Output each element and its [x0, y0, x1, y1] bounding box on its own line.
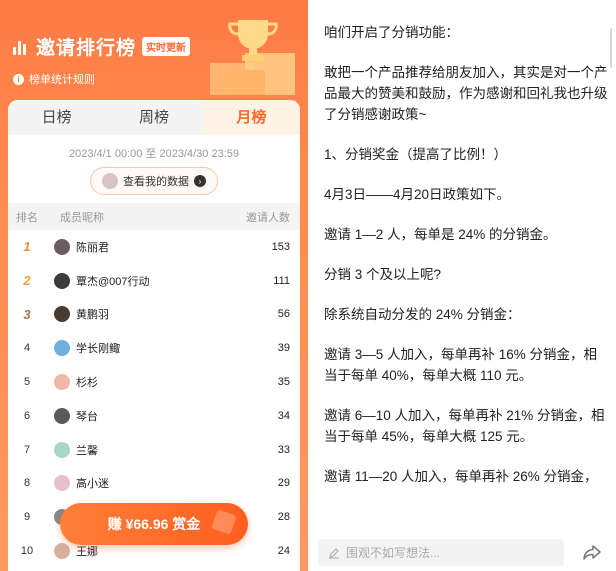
invite-count: 33: [277, 443, 290, 456]
invite-count: 39: [277, 342, 290, 355]
article-paragraph: 分销 3 个及以上呢?: [324, 267, 442, 282]
rank-number: 2: [23, 273, 31, 289]
invite-count: 34: [277, 409, 290, 422]
article-paragraph: 4月3日——4月20日政策如下。: [324, 187, 511, 202]
tab-weekly[interactable]: 周榜: [105, 100, 202, 135]
rank-number: 4: [23, 342, 31, 355]
coin-icon: [211, 509, 237, 535]
article-paragraph: 邀请 1—2 人，每单是 24% 的分销金。: [324, 227, 557, 242]
table-row[interactable]: 7 兰馨 33: [8, 433, 300, 467]
date-range: 2023/4/1 00:00 至 2023/4/30 23:59: [68, 148, 240, 160]
table-row[interactable]: 6 琴台 34: [8, 399, 300, 433]
rank-number: 9: [23, 511, 31, 524]
article-paragraph: 敢把一个产品推荐给朋友加入，其实是对一个产品最大的赞美和鼓励，作为感谢和回礼我也…: [324, 65, 608, 122]
rules-link[interactable]: i 榜单统计规则: [13, 71, 95, 87]
table-row[interactable]: 3 黄鹏羽 56: [8, 298, 300, 332]
member-name: 高小迷: [76, 478, 109, 491]
table-row[interactable]: 4 学长刚鲰 39: [8, 331, 300, 365]
table-row[interactable]: 2 覃杰@007行动 111: [8, 264, 300, 298]
avatar: [54, 306, 70, 323]
article-paragraph: 1、分销奖金（提高了比例！）: [324, 147, 508, 162]
article-paragraph: 除系统自动分发的 24% 分销金：: [324, 307, 521, 322]
view-my-data-label: 查看我的数据: [123, 176, 189, 188]
article-paragraph: 咱们开启了分销功能：: [324, 25, 459, 40]
rank-number: 10: [20, 545, 34, 558]
avatar: [102, 173, 118, 189]
share-icon[interactable]: [582, 542, 602, 562]
rank-number: 5: [23, 376, 31, 389]
earn-reward-label: 赚 ¥66.96 赏金: [107, 516, 201, 532]
rank-number: 3: [23, 306, 31, 322]
leaderboard-card: 日榜 周榜 月榜 2023/4/1 00:00 至 2023/4/30 23:5…: [8, 100, 300, 571]
rank-number: 8: [23, 477, 31, 490]
rank-number: 7: [23, 443, 31, 456]
column-name: 成员昵称: [60, 211, 104, 224]
invite-count: 56: [277, 308, 290, 321]
member-name: 兰馨: [76, 444, 98, 457]
invite-count: 35: [277, 376, 290, 389]
avatar: [54, 441, 70, 458]
rank-number: 1: [23, 239, 31, 255]
member-name: 黄鹏羽: [76, 309, 109, 322]
avatar: [54, 340, 70, 357]
member-name: 杉杉: [76, 377, 98, 390]
table-row[interactable]: 1 陈丽君 153: [8, 230, 300, 264]
comment-placeholder: 围观不如写想法...: [346, 546, 441, 560]
avatar: [54, 374, 70, 391]
trophy-illustration: [210, 20, 295, 95]
avatar: [54, 543, 70, 560]
member-name: 学长刚鲰: [76, 343, 120, 356]
scrollbar[interactable]: [610, 28, 612, 68]
title-row: 邀请排行榜 实时更新: [12, 33, 191, 60]
comment-input[interactable]: 围观不如写想法...: [318, 539, 564, 566]
leaderboard-panel: 邀请排行榜 实时更新 i 榜单统计规则 日榜 周榜 月榜 2023/4/1 00…: [0, 0, 308, 571]
period-tabs: 日榜 周榜 月榜: [8, 100, 300, 135]
invite-count: 153: [271, 240, 290, 253]
invite-count: 29: [277, 477, 290, 490]
column-rank: 排名: [16, 211, 38, 224]
earn-reward-button[interactable]: 赚 ¥66.96 赏金: [60, 503, 248, 545]
member-name: 王娜: [76, 546, 98, 559]
bar-chart-icon: [12, 38, 30, 56]
rank-number: 6: [23, 409, 31, 422]
realtime-badge: 实时更新: [142, 37, 191, 56]
article-panel: 咱们开启了分销功能： 敢把一个产品推荐给朋友加入，其实是对一个产品最大的赞美和鼓励…: [308, 0, 616, 571]
article-paragraph: 邀请 6—10 人加入，每单再补 21% 分销金，相当于每单 45%，每单大概 …: [324, 408, 605, 444]
invite-count: 24: [277, 545, 290, 558]
view-my-data-button[interactable]: 查看我的数据 ›: [90, 167, 218, 195]
avatar: [54, 407, 70, 424]
article-paragraph: 邀请 11—20 人加入，每单再补 26% 分销金，: [324, 469, 598, 484]
member-name: 琴台: [76, 410, 98, 423]
tab-daily[interactable]: 日榜: [8, 100, 105, 135]
table-row[interactable]: 8 高小迷 29: [8, 467, 300, 501]
rules-label: 榜单统计规则: [29, 74, 95, 86]
info-icon: i: [13, 73, 24, 85]
article-paragraph: 邀请 3—5 人加入，每单再补 16% 分销金，相当于每单 40%，每单大概 1…: [324, 347, 598, 383]
avatar: [54, 475, 70, 492]
member-name: 覃杰@007行动: [76, 275, 150, 288]
leaderboard-header: 邀请排行榜 实时更新 i 榜单统计规则: [0, 0, 308, 100]
table-row[interactable]: 5 杉杉 35: [8, 365, 300, 399]
article-body: 咱们开启了分销功能： 敢把一个产品推荐给朋友加入，其实是对一个产品最大的赞美和鼓励…: [324, 22, 610, 530]
table-header: 排名 成员昵称 邀请人数: [8, 203, 300, 230]
column-count: 邀请人数: [246, 211, 290, 224]
avatar: [54, 238, 70, 255]
member-name: 陈丽君: [76, 241, 109, 254]
invite-count: 111: [273, 274, 290, 287]
chevron-right-icon: ›: [194, 175, 206, 187]
avatar: [54, 272, 70, 289]
leaderboard-title: 邀请排行榜: [36, 38, 137, 59]
pencil-icon: [329, 547, 339, 558]
tab-monthly[interactable]: 月榜: [202, 100, 300, 135]
